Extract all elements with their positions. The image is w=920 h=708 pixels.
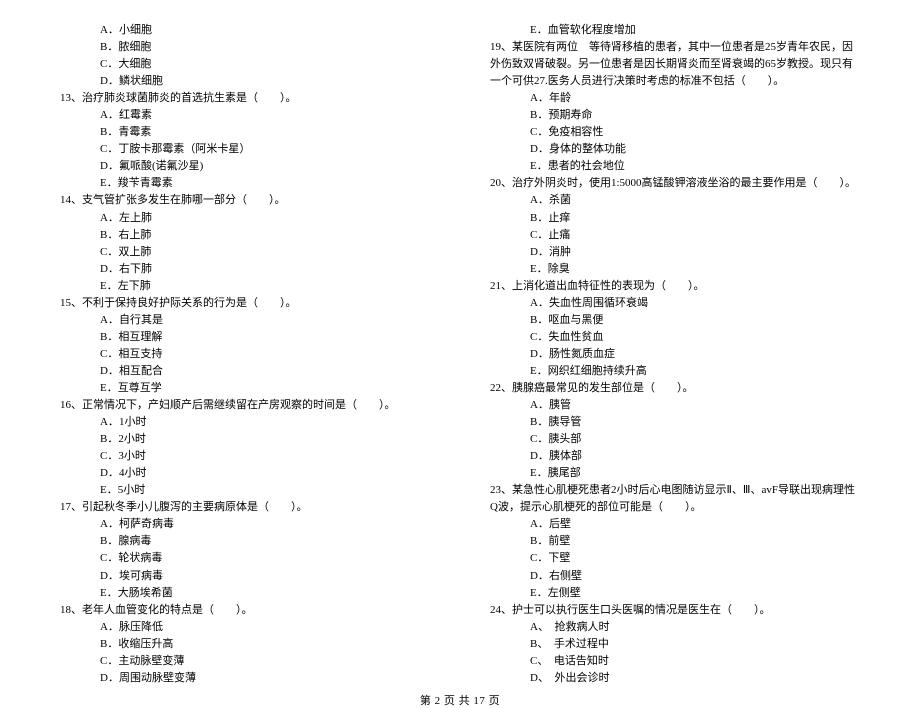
option: D．胰体部 (490, 448, 860, 465)
option: B．相互理解 (60, 329, 430, 346)
question-17: 17、引起秋冬季小儿腹泻的主要病原体是（ ）。 (60, 499, 430, 516)
option: C、 电话告知时 (490, 653, 860, 670)
option: E．羧苄青霉素 (60, 175, 430, 192)
option: D．氟哌酸(诺氟沙星) (60, 158, 430, 175)
option: B．止痒 (490, 210, 860, 227)
option: C．下壁 (490, 550, 860, 567)
option: A．柯萨奇病毒 (60, 516, 430, 533)
option: D．4小时 (60, 465, 430, 482)
option: E．5小时 (60, 482, 430, 499)
option: C．大细胞 (60, 56, 430, 73)
option: A．胰管 (490, 397, 860, 414)
option: A．小细胞 (60, 22, 430, 39)
option: C．主动脉壁变薄 (60, 653, 430, 670)
question-21: 21、上消化道出血特征性的表现为（ ）。 (490, 278, 860, 295)
option: C．失血性贫血 (490, 329, 860, 346)
option: A、 抢救病人时 (490, 619, 860, 636)
question-18: 18、老年人血管变化的特点是（ ）。 (60, 602, 430, 619)
option: A．红霉素 (60, 107, 430, 124)
page-footer: 第 2 页 共 17 页 (0, 687, 920, 708)
option: C．双上肺 (60, 244, 430, 261)
option: D．消肿 (490, 244, 860, 261)
option: A．杀菌 (490, 192, 860, 209)
option: E．左下肺 (60, 278, 430, 295)
option: B、 手术过程中 (490, 636, 860, 653)
option: B．脓细胞 (60, 39, 430, 56)
option: E．网织红细胞持续升高 (490, 363, 860, 380)
option: C．相互支持 (60, 346, 430, 363)
option: C．免疫相容性 (490, 124, 860, 141)
option: B．呕血与黑便 (490, 312, 860, 329)
option: C．3小时 (60, 448, 430, 465)
question-20: 20、治疗外阴炎时，使用1:5000高锰酸钾溶液坐浴的最主要作用是（ ）。 (490, 175, 860, 192)
option: E．患者的社会地位 (490, 158, 860, 175)
page-body: A．小细胞 B．脓细胞 C．大细胞 D．鳞状细胞 13、治疗肺炎球菌肺炎的首选抗… (0, 0, 920, 687)
question-15: 15、不利于保持良好护际关系的行为是（ ）。 (60, 295, 430, 312)
option: C．轮状病毒 (60, 550, 430, 567)
option: E．左侧壁 (490, 585, 860, 602)
option: A．自行其是 (60, 312, 430, 329)
option: D．右下肺 (60, 261, 430, 278)
left-column: A．小细胞 B．脓细胞 C．大细胞 D．鳞状细胞 13、治疗肺炎球菌肺炎的首选抗… (60, 22, 430, 687)
question-22: 22、胰腺癌最常见的发生部位是（ ）。 (490, 380, 860, 397)
option: B．胰导管 (490, 414, 860, 431)
question-13: 13、治疗肺炎球菌肺炎的首选抗生素是（ ）。 (60, 90, 430, 107)
option: E．互尊互学 (60, 380, 430, 397)
option: D、 外出会诊时 (490, 670, 860, 687)
question-24: 24、护士可以执行医生口头医嘱的情况是医生在（ ）。 (490, 602, 860, 619)
option: D．身体的整体功能 (490, 141, 860, 158)
question-16: 16、正常情况下，产妇顺产后需继续留在产房观察的时间是（ ）。 (60, 397, 430, 414)
option: C．胰头部 (490, 431, 860, 448)
option: E．血管软化程度增加 (490, 22, 860, 39)
option: B．2小时 (60, 431, 430, 448)
question-23: 23、某急性心肌梗死患者2小时后心电图随访显示Ⅱ、Ⅲ、avF导联出现病理性Q波，… (490, 482, 860, 516)
option: B．预期寿命 (490, 107, 860, 124)
option: D．肠性氮质血症 (490, 346, 860, 363)
option: E．大肠埃希菌 (60, 585, 430, 602)
right-column: E．血管软化程度增加 19、某医院有两位 等待肾移植的患者，其中一位患者是25岁… (490, 22, 860, 687)
option: D．埃可病毒 (60, 568, 430, 585)
option: B．右上肺 (60, 227, 430, 244)
option: C．止痛 (490, 227, 860, 244)
question-14: 14、支气管扩张多发生在肺哪一部分（ ）。 (60, 192, 430, 209)
option: D．周围动脉壁变薄 (60, 670, 430, 687)
option: D．相互配合 (60, 363, 430, 380)
option: A．1小时 (60, 414, 430, 431)
option: B．前壁 (490, 533, 860, 550)
option: B．腺病毒 (60, 533, 430, 550)
option: A．左上肺 (60, 210, 430, 227)
option: E．胰尾部 (490, 465, 860, 482)
option: A．年龄 (490, 90, 860, 107)
option: E．除臭 (490, 261, 860, 278)
option: C．丁胺卡那霉素（阿米卡星） (60, 141, 430, 158)
option: B．青霉素 (60, 124, 430, 141)
option: A．后壁 (490, 516, 860, 533)
option: D．鳞状细胞 (60, 73, 430, 90)
option: A．脉压降低 (60, 619, 430, 636)
question-19: 19、某医院有两位 等待肾移植的患者，其中一位患者是25岁青年农民，因外伤致双肾… (490, 39, 860, 90)
option: A．失血性周围循环衰竭 (490, 295, 860, 312)
option: D．右侧壁 (490, 568, 860, 585)
option: B．收缩压升高 (60, 636, 430, 653)
